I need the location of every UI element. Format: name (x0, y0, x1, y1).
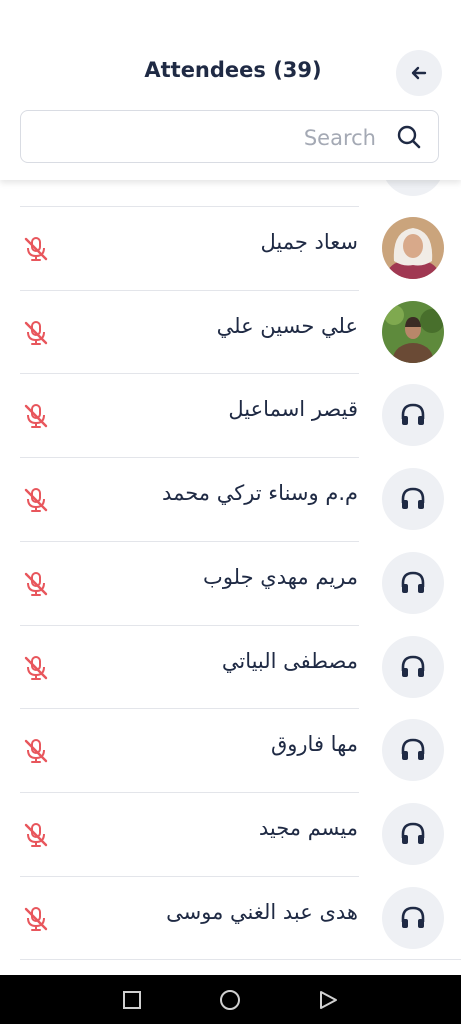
attendee-row[interactable]: سعاد جميل (0, 206, 461, 289)
attendee-row[interactable]: مريم مهدي جلوب (0, 540, 461, 624)
mic-muted-icon[interactable] (22, 821, 50, 849)
mic-muted-icon[interactable] (22, 402, 50, 430)
mic-muted-icon[interactable] (22, 486, 50, 514)
attendee-name: مريم مهدي جلوب (203, 564, 358, 589)
mic-muted-icon[interactable] (22, 570, 50, 598)
avatar[interactable] (382, 300, 444, 363)
row-divider (20, 289, 359, 291)
mic-muted-icon[interactable] (22, 319, 50, 347)
row-divider (20, 206, 359, 207)
page-title: Attendees (39) (144, 58, 322, 82)
headphones-icon (401, 487, 425, 510)
back-button[interactable] (396, 50, 442, 96)
attendee-name: ميسم مجيد (258, 815, 358, 840)
circle-icon[interactable] (219, 989, 241, 1011)
search-input[interactable] (74, 123, 378, 153)
row-divider (20, 540, 359, 542)
attendee-name: مها فاروق (270, 732, 358, 757)
row-divider (20, 457, 359, 459)
attendee-row[interactable]: م.م وسناء تركي محمد (0, 457, 461, 540)
list-end-divider (20, 959, 461, 961)
headphones-icon (401, 822, 425, 844)
attendee-name: م.م وسناء تركي محمد (162, 481, 358, 506)
square-icon[interactable] (121, 989, 143, 1011)
avatar[interactable] (382, 217, 444, 279)
attendee-name: علي حسين علي (216, 313, 358, 338)
attendee-name: هدى عبد الغني موسى (166, 899, 358, 924)
attendee-list[interactable]: سعاد جميل علي حسين علي قيصر اسماعيل م.م … (0, 180, 461, 976)
attendee-name: مصطفى البياتي (221, 648, 358, 673)
mic-muted-icon[interactable] (22, 654, 50, 682)
user-photo (382, 217, 444, 279)
search-icon[interactable] (396, 124, 422, 150)
row-divider (20, 791, 359, 793)
avatar[interactable] (382, 719, 444, 782)
attendee-row[interactable]: مصطفى البياتي (0, 624, 461, 708)
mic-muted-icon[interactable] (22, 235, 50, 263)
mic-muted-icon[interactable] (22, 905, 50, 933)
row-divider (20, 373, 359, 375)
triangle-back-icon[interactable] (317, 989, 339, 1011)
row-divider (20, 624, 359, 626)
mic-muted-icon[interactable] (22, 737, 50, 765)
android-nav-bar (0, 975, 461, 1024)
attendee-row[interactable]: قيصر اسماعيل (0, 373, 461, 456)
search-box[interactable] (20, 110, 439, 163)
headphones-icon (401, 571, 425, 593)
row-divider (20, 875, 359, 877)
arrow-left-icon (411, 66, 427, 80)
avatar[interactable] (382, 468, 444, 531)
row-divider (20, 708, 359, 710)
headphones-icon (401, 906, 425, 928)
attendee-row[interactable]: علي حسين علي (0, 289, 461, 373)
headphones-icon (401, 404, 425, 426)
avatar[interactable] (382, 635, 444, 698)
attendee-row[interactable]: هدى عبد الغني موسى (0, 875, 461, 959)
avatar[interactable] (382, 551, 444, 614)
user-photo (382, 300, 444, 363)
avatar[interactable] (382, 886, 444, 949)
partial-avatar (382, 180, 444, 196)
avatar[interactable] (382, 802, 444, 865)
attendee-name: قيصر اسماعيل (228, 397, 358, 422)
headphones-icon (401, 738, 425, 761)
attendee-row[interactable]: مها فاروق (0, 708, 461, 791)
avatar[interactable] (382, 384, 444, 447)
attendee-name: سعاد جميل (260, 230, 358, 254)
attendees-header: Attendees (39) (0, 0, 461, 180)
attendee-row[interactable]: ميسم مجيد (0, 791, 461, 875)
headphones-icon (401, 655, 425, 677)
